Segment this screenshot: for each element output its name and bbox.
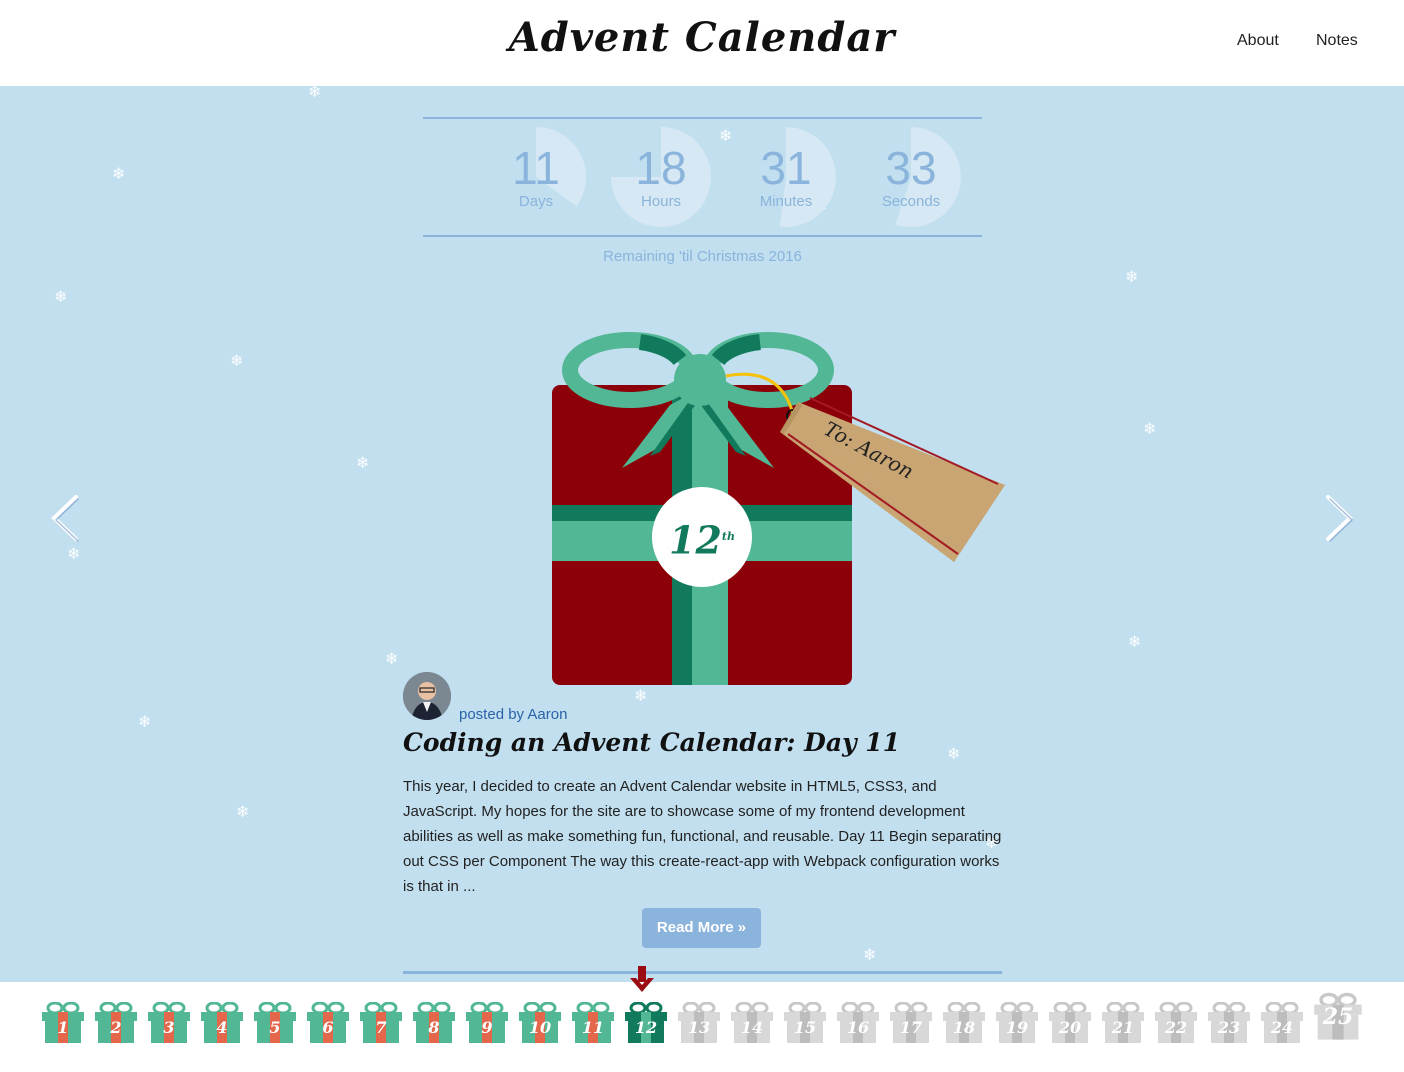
day-gift-24[interactable]: 24 xyxy=(1259,1001,1305,1044)
day-badge-suffix: th xyxy=(721,530,735,543)
snowflake-icon: ❄ xyxy=(236,802,250,821)
day-gift-11[interactable]: 11 xyxy=(570,1001,616,1044)
day-gift-19[interactable]: 19 xyxy=(994,1001,1040,1044)
day-gift-20[interactable]: 20 xyxy=(1047,1001,1093,1044)
countdown-value: 11 xyxy=(512,142,560,194)
day-gift-14[interactable]: 14 xyxy=(729,1001,775,1044)
day-gift-4[interactable]: 4 xyxy=(199,1001,245,1044)
content-divider xyxy=(403,971,1002,974)
day-gift-number: 5 xyxy=(269,1018,281,1037)
countdown-value: 31 xyxy=(760,142,812,194)
day-gift-number: 14 xyxy=(740,1018,764,1037)
day-gift-21[interactable]: 21 xyxy=(1100,1001,1146,1044)
chevron-right-icon[interactable] xyxy=(1320,493,1360,543)
snowflake-icon: ❄ xyxy=(112,164,126,183)
day-gift-2[interactable]: 2 xyxy=(93,1001,139,1044)
chevron-left-icon[interactable] xyxy=(44,493,84,543)
day-gift-number: 23 xyxy=(1217,1018,1241,1037)
day-gift-number: 22 xyxy=(1164,1018,1188,1037)
post-excerpt: This year, I decided to create an Advent… xyxy=(403,778,1002,895)
snowflake-icon: ❄ xyxy=(230,351,244,370)
day-gift-number: 17 xyxy=(899,1018,923,1037)
day-gift-13[interactable]: 13 xyxy=(676,1001,722,1044)
day-gift-number: 15 xyxy=(793,1018,817,1037)
day-badge-number: 12 xyxy=(669,517,722,563)
countdown-label: Minutes xyxy=(759,193,813,210)
snowflake-icon: ❄ xyxy=(67,544,81,563)
day-gift-number: 18 xyxy=(952,1018,976,1037)
post-byline[interactable]: posted by Aaron xyxy=(459,706,567,723)
bow-knot xyxy=(674,354,726,406)
countdown-value: 33 xyxy=(885,142,937,194)
day-gift-10[interactable]: 10 xyxy=(517,1001,563,1044)
author-avatar[interactable] xyxy=(403,672,451,720)
snowflake-icon: ❄ xyxy=(308,82,322,101)
nav-link-about[interactable]: About xyxy=(1237,32,1279,50)
countdown-label: Seconds xyxy=(881,193,941,210)
countdown-hours: 18 Hours xyxy=(611,127,711,227)
day-gift-number: 8 xyxy=(428,1018,440,1037)
countdown-value: 18 xyxy=(635,142,687,194)
day-gift-number: 16 xyxy=(846,1018,870,1037)
day-gift-number: 13 xyxy=(687,1018,711,1037)
day-gift-3[interactable]: 3 xyxy=(146,1001,192,1044)
day-gift-number: 25 xyxy=(1322,1004,1354,1030)
countdown-timer: 11 Days 18 Hours 31 Minutes 33 Seconds xyxy=(423,117,982,237)
gift-illustration[interactable] xyxy=(540,330,1020,690)
day-gift-number: 4 xyxy=(216,1018,228,1037)
day-gift-9[interactable]: 9 xyxy=(464,1001,510,1044)
day-gift-12[interactable]: 12 xyxy=(623,1001,669,1044)
day-gift-number: 1 xyxy=(57,1018,69,1037)
day-gift-number: 3 xyxy=(163,1018,175,1037)
day-gift-number: 24 xyxy=(1270,1018,1294,1037)
site-header: Advent Calendar About Notes xyxy=(0,0,1404,86)
snowflake-icon: ❄ xyxy=(385,649,399,668)
snowflake-icon: ❄ xyxy=(863,945,877,964)
countdown-seconds: 33 Seconds xyxy=(861,127,961,227)
day-gift-18[interactable]: 18 xyxy=(941,1001,987,1044)
day-gift-17[interactable]: 17 xyxy=(888,1001,934,1044)
day-gift-number: 11 xyxy=(581,1018,605,1037)
snowflake-icon: ❄ xyxy=(1143,419,1157,438)
site-title[interactable]: Advent Calendar xyxy=(0,14,1404,61)
day-gift-number: 20 xyxy=(1058,1018,1082,1037)
read-more-button[interactable]: Read More » xyxy=(642,908,761,948)
snowflake-icon: ❄ xyxy=(54,287,68,306)
snowflake-icon: ❄ xyxy=(138,712,152,731)
down-arrow-icon xyxy=(630,966,654,992)
nav-link-notes[interactable]: Notes xyxy=(1316,32,1358,50)
day-gift-22[interactable]: 22 xyxy=(1153,1001,1199,1044)
day-gift-23[interactable]: 23 xyxy=(1206,1001,1252,1044)
day-badge: 12th xyxy=(652,487,752,587)
countdown-minutes: 31 Minutes xyxy=(736,127,836,227)
day-gift-number: 21 xyxy=(1111,1018,1135,1037)
day-gift-16[interactable]: 16 xyxy=(835,1001,881,1044)
countdown-caption: Remaining 'til Christmas 2016 xyxy=(603,248,802,265)
day-gift-number: 9 xyxy=(481,1018,493,1037)
day-gift-number: 7 xyxy=(375,1018,387,1037)
day-gift-25[interactable]: 25 xyxy=(1312,992,1364,1042)
avatar-photo xyxy=(403,672,451,720)
day-gift-number: 2 xyxy=(110,1018,122,1037)
day-gift-number: 6 xyxy=(322,1018,334,1037)
day-gift-number: 19 xyxy=(1005,1018,1029,1037)
countdown-label: Days xyxy=(518,193,554,210)
day-gift-number: 10 xyxy=(528,1018,552,1037)
day-gift-15[interactable]: 15 xyxy=(782,1001,828,1044)
day-gift-7[interactable]: 7 xyxy=(358,1001,404,1044)
snowflake-icon: ❄ xyxy=(1125,267,1139,286)
day-gift-8[interactable]: 8 xyxy=(411,1001,457,1044)
snowflake-icon: ❄ xyxy=(1128,632,1142,651)
day-gift-1[interactable]: 1 xyxy=(40,1001,86,1044)
day-gift-6[interactable]: 6 xyxy=(305,1001,351,1044)
countdown-days: 11 Days xyxy=(486,127,586,227)
snowflake-icon: ❄ xyxy=(356,453,370,472)
bow-loop-left-shade xyxy=(638,334,687,366)
countdown-label: Hours xyxy=(640,193,681,210)
day-gift-number: 12 xyxy=(634,1018,658,1037)
bow-loop-right-shade xyxy=(711,334,762,366)
post-title[interactable]: Coding an Advent Calendar: Day 11 xyxy=(403,728,1023,757)
day-gift-5[interactable]: 5 xyxy=(252,1001,298,1044)
